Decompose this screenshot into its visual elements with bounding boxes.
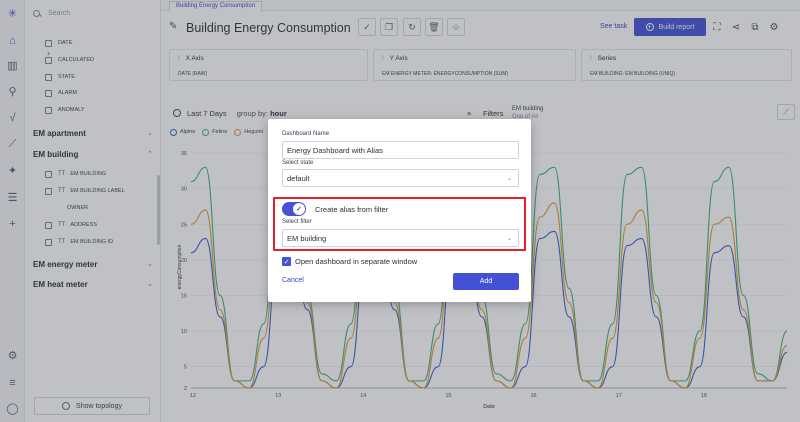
create-dashboard-modal: Dashboard Name Energy Dashboard with Ali… bbox=[268, 119, 531, 302]
check-icon: ✓ bbox=[283, 258, 290, 266]
add-button[interactable]: Add bbox=[453, 273, 519, 290]
alias-toggle[interactable]: ✓ bbox=[282, 202, 306, 216]
separate-window-label: Open dashboard in separate window bbox=[295, 257, 418, 266]
check-icon: ✓ bbox=[293, 203, 305, 215]
chevron-down-icon: ⌄ bbox=[506, 235, 512, 242]
dashboard-name-label: Dashboard Name bbox=[282, 131, 330, 137]
filter-select[interactable]: EM building ⌄ bbox=[282, 229, 519, 247]
alias-toggle-label: Create alias from filter bbox=[315, 205, 389, 214]
separate-window-checkbox[interactable]: ✓ bbox=[282, 257, 291, 266]
select-state-label: Select state bbox=[282, 160, 314, 166]
dashboard-name-input[interactable]: Energy Dashboard with Alias bbox=[282, 141, 519, 159]
cancel-button[interactable]: Cancel bbox=[282, 277, 304, 284]
select-filter-label: Select filter bbox=[282, 219, 312, 225]
chevron-down-icon: ⌄ bbox=[506, 175, 512, 182]
state-select[interactable]: default ⌄ bbox=[282, 169, 519, 187]
